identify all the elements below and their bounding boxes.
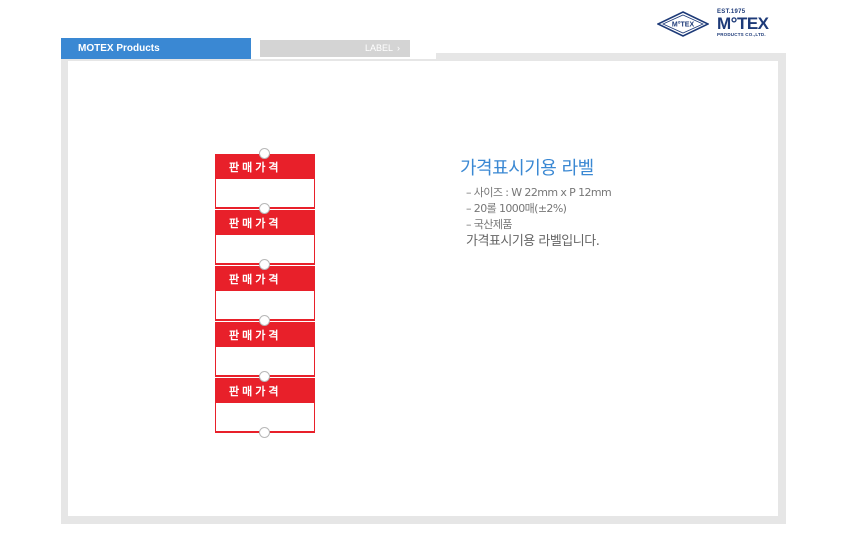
sprocket-hole	[259, 427, 270, 438]
spec-origin: – 국산제품	[466, 218, 512, 231]
logo-sub: PRODUCTS CO.,LTD.	[717, 32, 766, 37]
tab-motex-products[interactable]: MOTEX Products	[61, 38, 251, 59]
motex-diamond-logo-icon: M°TEX	[657, 11, 709, 37]
label-strip-image: 판매가격 판매가격 판매가격 판매가격 판매가격	[215, 148, 316, 439]
logo-wordmark: EST.1975 M°TEX PRODUCTS CO.,LTD.	[717, 9, 769, 38]
motex-logo[interactable]: M°TEX EST.1975 M°TEX PRODUCTS CO.,LTD.	[657, 9, 777, 41]
sprocket-hole	[259, 203, 270, 214]
sprocket-hole	[259, 315, 270, 326]
chevron-right-icon: ›	[397, 43, 400, 53]
price-label: 판매가격	[215, 154, 315, 209]
spec-size: – 사이즈 : W 22mm x P 12mm	[466, 186, 612, 199]
tab-label-text: LABEL	[364, 43, 393, 53]
content-frame	[61, 59, 786, 524]
product-summary: 가격표시기용 라벨입니다.	[466, 234, 600, 249]
sprocket-hole	[259, 259, 270, 270]
page: M°TEX EST.1975 M°TEX PRODUCTS CO.,LTD. M…	[0, 0, 846, 553]
price-label: 판매가격	[215, 210, 315, 265]
logo-name: M°TEX	[717, 14, 769, 33]
sprocket-hole	[259, 148, 270, 159]
content-panel	[68, 61, 778, 516]
tab-label[interactable]: LABEL ›	[260, 40, 410, 57]
price-label: 판매가격	[215, 322, 315, 377]
logo-mark-text: M°TEX	[672, 21, 695, 29]
sprocket-hole	[259, 371, 270, 382]
price-label: 판매가격	[215, 378, 315, 433]
price-label: 판매가격	[215, 266, 315, 321]
product-description: 가격표시기용 라벨 – 사이즈 : W 22mm x P 12mm – 20롤 …	[460, 157, 760, 251]
product-title: 가격표시기용 라벨	[460, 158, 594, 179]
spec-quantity: – 20롤 1000매(±2%)	[466, 202, 567, 215]
